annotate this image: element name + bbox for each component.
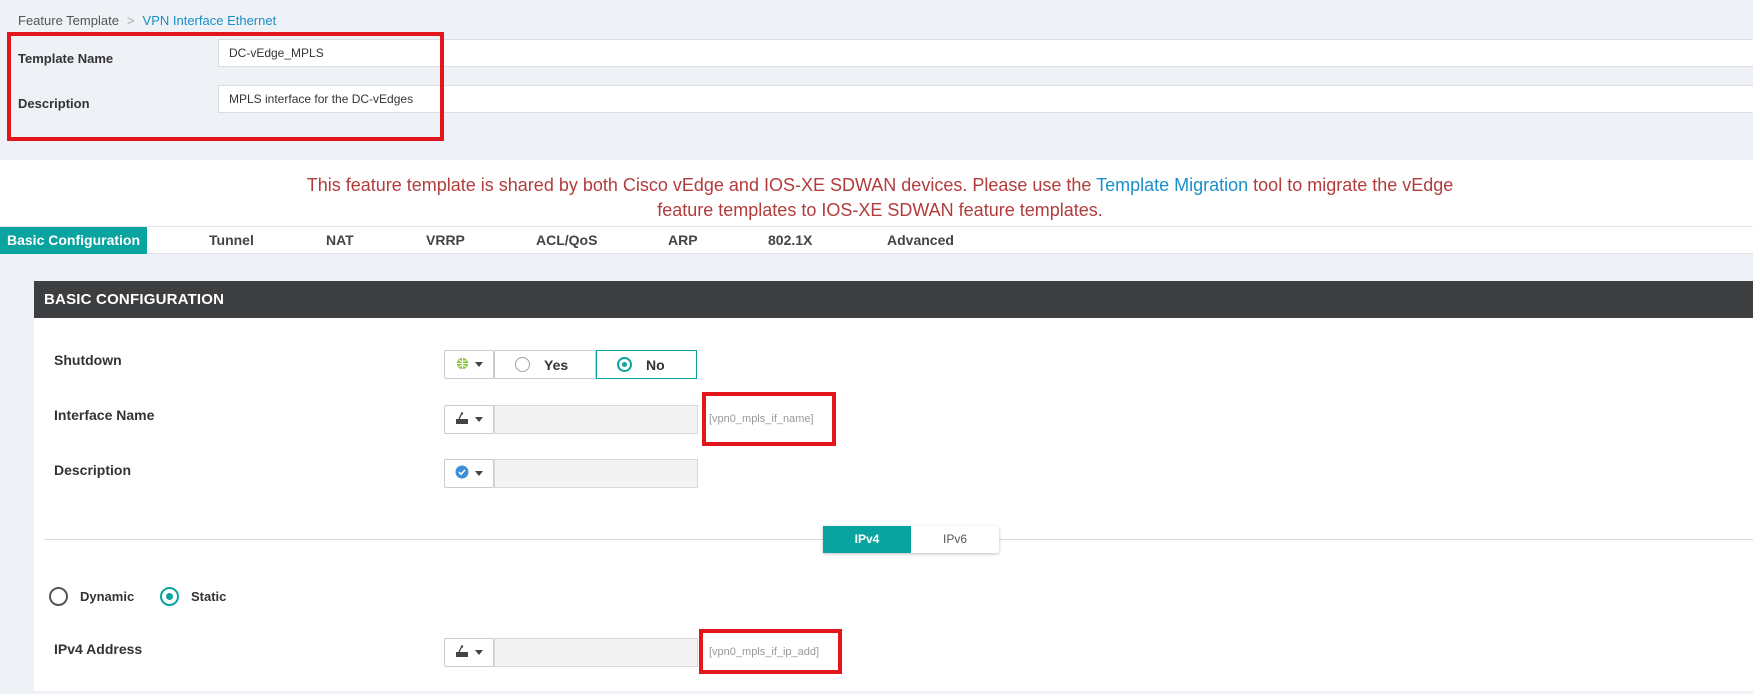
- warning-text-before: This feature template is shared by both …: [306, 175, 1097, 195]
- ip-version-toggle: IPv4 IPv6: [823, 526, 999, 553]
- ipv4-address-input[interactable]: [494, 638, 698, 667]
- radio-unselected-icon: [49, 587, 68, 606]
- template-migration-link[interactable]: Template Migration: [1096, 175, 1248, 195]
- dynamic-option[interactable]: Dynamic: [49, 587, 134, 606]
- radio-selected-icon: [160, 587, 179, 606]
- breadcrumb: Feature Template > VPN Interface Ethernet: [18, 13, 276, 28]
- chevron-down-icon: [475, 650, 483, 655]
- shutdown-radio-group: Yes No: [494, 350, 697, 379]
- description-scope-dropdown[interactable]: [444, 459, 494, 488]
- highlight-box-template: [7, 32, 444, 141]
- dynamic-label: Dynamic: [80, 589, 135, 604]
- ipv4-address-label: IPv4 Address: [54, 641, 143, 657]
- tab-vrrp[interactable]: VRRP: [426, 227, 465, 254]
- breadcrumb-current: VPN Interface Ethernet: [142, 13, 277, 28]
- tab-8021x[interactable]: 802.1X: [768, 227, 812, 254]
- tab-arp[interactable]: ARP: [668, 227, 698, 254]
- tab-acl-qos[interactable]: ACL/QoS: [536, 227, 597, 254]
- shutdown-no-label: No: [646, 356, 665, 373]
- device-icon: [455, 644, 469, 661]
- shutdown-scope-dropdown[interactable]: [444, 350, 494, 379]
- panel-header: BASIC CONFIGURATION: [34, 281, 1753, 318]
- radio-selected-icon: [617, 357, 632, 372]
- check-circle-icon: [455, 465, 469, 482]
- description-input[interactable]: [494, 459, 698, 488]
- ipv6-toggle-button[interactable]: IPv6: [911, 526, 999, 553]
- description-label: Description: [54, 462, 132, 478]
- shutdown-no-option[interactable]: No: [596, 350, 697, 379]
- highlight-box-ipv4-address: [699, 629, 842, 674]
- chevron-down-icon: [475, 417, 483, 422]
- shutdown-yes-label: Yes: [544, 356, 569, 373]
- shutdown-yes-option[interactable]: Yes: [494, 350, 596, 379]
- migration-warning: This feature template is shared by both …: [280, 173, 1480, 223]
- highlight-box-interface-name: [702, 392, 836, 446]
- static-option[interactable]: Static: [160, 587, 226, 606]
- basic-configuration-panel: BASIC CONFIGURATION: [34, 281, 1753, 691]
- feature-tabs: Basic Configuration Tunnel NAT VRRP ACL/…: [0, 226, 1753, 254]
- tab-advanced[interactable]: Advanced: [887, 227, 954, 254]
- chevron-down-icon: [474, 362, 483, 367]
- static-label: Static: [191, 589, 227, 604]
- tab-basic-configuration[interactable]: Basic Configuration: [0, 227, 148, 254]
- interface-name-label: Interface Name: [54, 407, 155, 423]
- breadcrumb-separator: >: [126, 13, 135, 28]
- tab-tunnel[interactable]: Tunnel: [209, 227, 254, 254]
- template-description-input[interactable]: [218, 85, 1753, 113]
- interface-name-scope-dropdown[interactable]: [444, 405, 494, 434]
- globe-icon: [456, 357, 469, 373]
- interface-name-input[interactable]: [494, 405, 698, 434]
- shutdown-label: Shutdown: [54, 352, 122, 368]
- ipv4-toggle-button[interactable]: IPv4: [823, 526, 911, 553]
- device-icon: [455, 411, 469, 428]
- breadcrumb-parent-link[interactable]: Feature Template: [18, 13, 119, 28]
- template-name-input[interactable]: [218, 39, 1753, 67]
- tab-nat[interactable]: NAT: [326, 227, 354, 254]
- radio-unselected-icon: [515, 357, 530, 372]
- ipv4-address-scope-dropdown[interactable]: [444, 638, 494, 667]
- chevron-down-icon: [475, 471, 483, 476]
